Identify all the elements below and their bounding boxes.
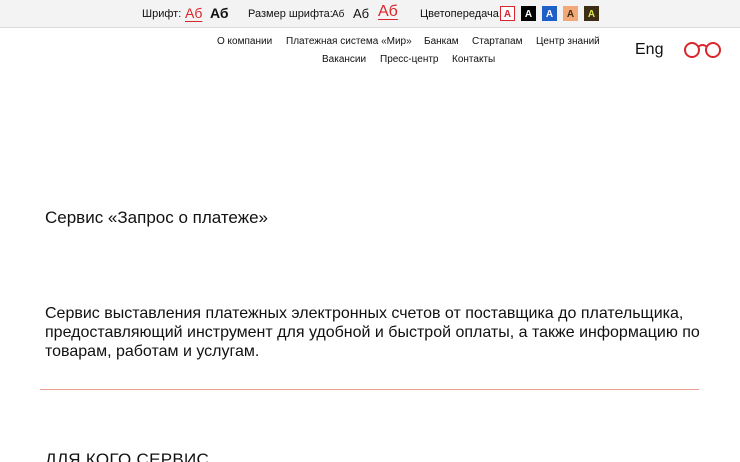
nav-link-knowledge[interactable]: Центр знаний: [536, 36, 600, 47]
font-size-small-option[interactable]: Аб: [332, 9, 344, 20]
section-title-audience: ДЛЯ КОГО СЕРВИС: [45, 450, 210, 462]
font-size-large-option[interactable]: Аб: [378, 3, 398, 21]
nav-link-banks[interactable]: Банкам: [424, 36, 459, 47]
color-scheme-blue[interactable]: А: [542, 6, 557, 21]
color-scheme-brown[interactable]: А: [584, 6, 599, 21]
language-switch[interactable]: Eng: [635, 41, 663, 59]
color-scheme-default[interactable]: А: [500, 6, 515, 21]
accessibility-glasses-icon[interactable]: [683, 41, 723, 59]
nav-link-contacts[interactable]: Контакты: [452, 54, 495, 65]
font-size-medium-option[interactable]: Аб: [353, 6, 369, 21]
nav-link-startups[interactable]: Стартапам: [472, 36, 522, 47]
color-scheme-beige[interactable]: А: [563, 6, 578, 21]
accessibility-toolbar: Шрифт: Аб Аб Размер шрифта: Аб Аб Аб Цве…: [0, 0, 740, 28]
service-description: Сервис выставления платежных электронных…: [45, 305, 700, 360]
color-scheme-label: Цветопередача:: [420, 8, 502, 20]
font-sans-option[interactable]: Аб: [210, 5, 229, 21]
font-size-label: Размер шрифта:: [248, 8, 333, 20]
font-label: Шрифт:: [142, 8, 182, 20]
page-title: Сервис «Запрос о платеже»: [45, 208, 268, 227]
section-divider: [40, 389, 699, 390]
nav-link-mir[interactable]: Платежная система «Мир»: [286, 36, 412, 47]
nav-link-press[interactable]: Пресс-центр: [380, 54, 438, 65]
nav-link-vacancies[interactable]: Вакансии: [322, 54, 366, 65]
color-scheme-black[interactable]: А: [521, 6, 536, 21]
font-serif-option[interactable]: Аб: [185, 5, 202, 21]
nav-link-about[interactable]: О компании: [217, 36, 272, 47]
